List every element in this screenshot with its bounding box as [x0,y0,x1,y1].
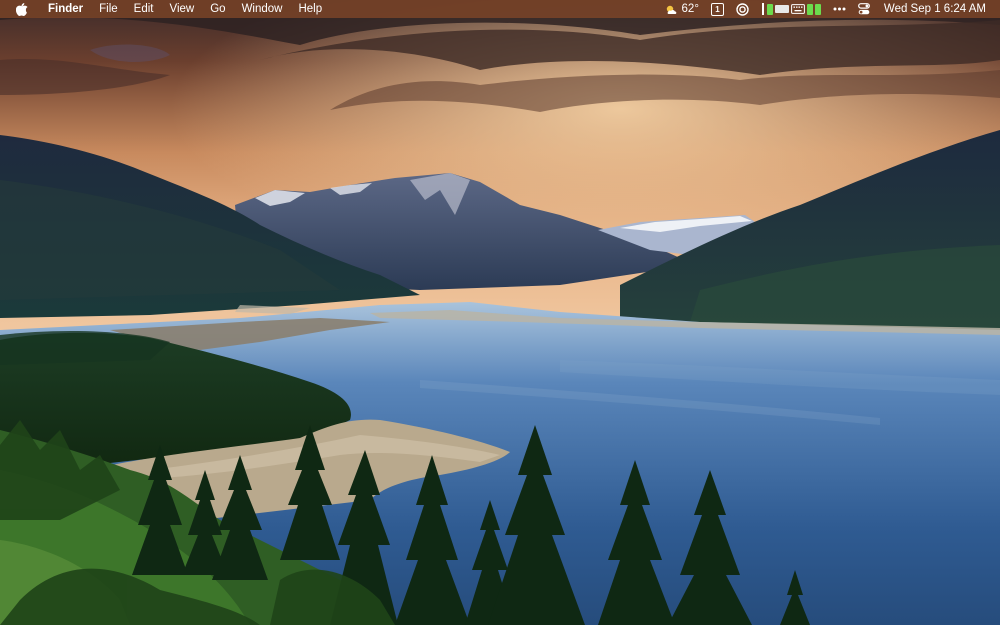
system-monitor-icon [761,3,821,15]
menu-bar-clock[interactable]: Wed Sep 1 6:24 AM [876,0,1000,18]
memory-meter [774,5,789,13]
calendar-day-badge: 1 [710,2,724,16]
menu-edit[interactable]: Edit [126,0,162,18]
keyboard-icon [791,4,805,14]
cpu-meter [766,3,773,15]
toggles-icon [858,3,870,15]
disk-meter [814,3,821,15]
desktop[interactable]: Finder File Edit View Go Window Help 62°… [0,0,1000,625]
partly-sunny-icon [665,4,679,15]
menu-window[interactable]: Window [234,0,291,18]
weather-temperature: 62° [681,3,699,15]
apple-menu-icon[interactable] [14,0,30,18]
weather-status[interactable]: 62° [659,0,705,18]
app-menu-finder[interactable]: Finder [44,0,91,18]
circle-record-icon [736,2,749,16]
calendar-status[interactable]: 1 [705,0,730,18]
system-monitor-status[interactable] [755,0,827,18]
menu-view[interactable]: View [162,0,203,18]
network-meter [806,3,813,15]
menu-go[interactable]: Go [202,0,233,18]
wallpaper [0,0,1000,625]
control-center-status[interactable] [852,0,876,18]
ellipsis-icon [833,7,846,11]
more-status[interactable] [827,0,852,18]
menu-help[interactable]: Help [290,0,330,18]
focus-status[interactable] [730,0,755,18]
menu-bar: Finder File Edit View Go Window Help 62°… [0,0,1000,18]
menu-file[interactable]: File [91,0,126,18]
